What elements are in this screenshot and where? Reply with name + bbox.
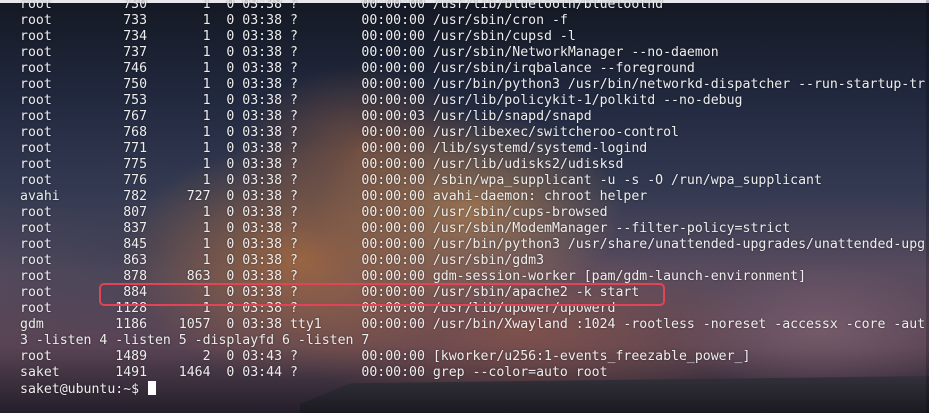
terminal-line: root 734 1 0 03:38 ? 00:00:00 /usr/sbin/… [20,29,576,44]
terminal-line: saket 1491 1464 0 03:44 ? 00:00:00 grep … [20,365,608,380]
shell-prompt: saket@ubuntu:~$ [20,382,148,397]
terminal-line: root 730 1 0 03:38 ? 00:00:00 /usr/lib/b… [20,0,664,12]
terminal-line: root 750 1 0 03:38 ? 00:00:00 /usr/bin/p… [20,77,926,92]
terminal-line: root 746 1 0 03:38 ? 00:00:00 /usr/sbin/… [20,61,695,76]
terminal-line: 3 -listen 4 -listen 5 -displayfd 6 -list… [20,333,370,348]
terminal-line: root 863 1 0 03:38 ? 00:00:00 /usr/sbin/… [20,253,545,268]
terminal-line: root 775 1 0 03:38 ? 00:00:00 /usr/lib/u… [20,157,624,172]
terminal-line: root 733 1 0 03:38 ? 00:00:00 /usr/sbin/… [20,13,568,28]
terminal-line: root 845 1 0 03:38 ? 00:00:00 /usr/bin/p… [20,237,926,252]
command-prompt-line[interactable]: saket@ubuntu:~$ [20,381,157,397]
terminal-line: root 837 1 0 03:38 ? 00:00:00 /usr/sbin/… [20,221,791,236]
terminal-line: root 1489 2 0 03:43 ? 00:00:00 [kworker/… [20,349,751,364]
terminal-window[interactable]: root 730 1 0 03:38 ? 00:00:00 /usr/lib/b… [0,0,929,413]
terminal-line: root 767 1 0 03:38 ? 00:00:03 /usr/lib/s… [20,109,592,124]
terminal-line: root 776 1 0 03:38 ? 00:00:00 /sbin/wpa_… [20,173,822,188]
terminal-line: root 807 1 0 03:38 ? 00:00:00 /usr/sbin/… [20,205,608,220]
terminal-line: avahi 782 727 0 03:38 ? 00:00:00 avahi-d… [20,189,648,204]
background-building [300,376,929,413]
terminal-line: root 771 1 0 03:38 ? 00:00:00 /lib/syste… [20,141,648,156]
highlight-box-apache2 [99,283,665,306]
terminal-line: root 768 1 0 03:38 ? 00:00:00 /usr/libex… [20,125,679,140]
terminal-line: root 737 1 0 03:38 ? 00:00:00 /usr/sbin/… [20,45,719,60]
terminal-line: gdm 1186 1057 0 03:38 tty1 00:00:00 /usr… [20,317,926,332]
terminal-line: root 753 1 0 03:38 ? 00:00:00 /usr/lib/p… [20,93,743,108]
cursor [148,381,157,395]
